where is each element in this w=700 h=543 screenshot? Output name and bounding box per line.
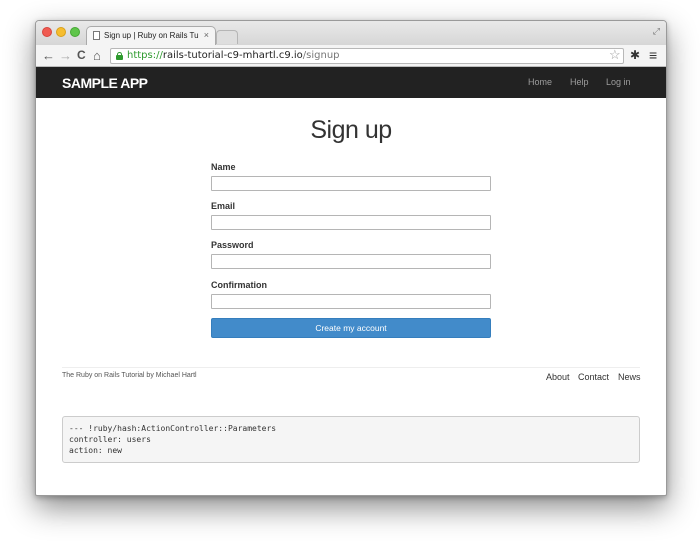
lock-icon bbox=[116, 52, 123, 60]
browser-tab[interactable]: Sign up | Ruby on Rails Tu × bbox=[86, 26, 216, 45]
footer-divider bbox=[62, 367, 640, 368]
debug-params: --- !ruby/hash:ActionController::Paramet… bbox=[62, 416, 640, 463]
tab-close-icon[interactable]: × bbox=[204, 30, 209, 40]
email-label: Email bbox=[211, 201, 236, 211]
home-icon[interactable]: ⌂ bbox=[93, 48, 101, 63]
url-scheme: https:// bbox=[127, 50, 163, 61]
settings-icon[interactable]: ✱ bbox=[630, 48, 640, 63]
app-navbar: SAMPLE APP Home Help Log in bbox=[36, 67, 666, 98]
email-field[interactable] bbox=[211, 215, 491, 230]
browser-window: Sign up | Ruby on Rails Tu × ⤢ ← → C ⌂ h… bbox=[35, 20, 667, 496]
footer-contact-link[interactable]: Contact bbox=[578, 372, 609, 382]
url-host: rails-tutorial-c9-mhartl.c9.io bbox=[162, 50, 303, 61]
new-tab-button[interactable] bbox=[216, 30, 238, 44]
url-path: /signup bbox=[302, 50, 340, 61]
page-icon bbox=[93, 31, 100, 40]
confirmation-label: Confirmation bbox=[211, 280, 267, 290]
close-window-button[interactable] bbox=[42, 27, 52, 37]
bookmark-star-icon[interactable]: ☆ bbox=[609, 47, 621, 62]
page-title: Sign up bbox=[310, 116, 392, 144]
reload-icon[interactable]: C bbox=[77, 48, 86, 63]
nav-login-link[interactable]: Log in bbox=[606, 77, 631, 87]
tab-title: Sign up | Ruby on Rails Tu bbox=[104, 31, 199, 40]
create-account-button[interactable]: Create my account bbox=[211, 318, 491, 338]
footer-about-link[interactable]: About bbox=[546, 372, 570, 382]
page-content: Sign up Name Email Password Confirmation… bbox=[36, 98, 666, 495]
browser-toolbar: ← → C ⌂ https://rails-tutorial-c9-mhartl… bbox=[36, 45, 666, 67]
url-text: https://rails-tutorial-c9-mhartl.c9.io/s… bbox=[127, 49, 340, 63]
footer-news-link[interactable]: News bbox=[618, 372, 641, 382]
name-field[interactable] bbox=[211, 176, 491, 191]
password-field[interactable] bbox=[211, 254, 491, 269]
fullscreen-icon[interactable]: ⤢ bbox=[653, 26, 660, 37]
nav-help-link[interactable]: Help bbox=[570, 77, 589, 87]
maximize-window-button[interactable] bbox=[70, 27, 80, 37]
minimize-window-button[interactable] bbox=[56, 27, 66, 37]
logo[interactable]: SAMPLE APP bbox=[62, 75, 148, 91]
footer-credit[interactable]: The Ruby on Rails Tutorial by Michael Ha… bbox=[62, 372, 197, 379]
tab-strip: Sign up | Ruby on Rails Tu × ⤢ bbox=[36, 21, 666, 45]
address-bar[interactable]: https://rails-tutorial-c9-mhartl.c9.io/s… bbox=[110, 48, 624, 64]
back-icon[interactable]: ← bbox=[42, 48, 55, 63]
nav-home-link[interactable]: Home bbox=[528, 77, 552, 87]
name-label: Name bbox=[211, 162, 236, 172]
forward-icon[interactable]: → bbox=[59, 48, 72, 63]
password-label: Password bbox=[211, 240, 254, 250]
menu-icon[interactable]: ≡ bbox=[649, 48, 657, 63]
confirmation-field[interactable] bbox=[211, 294, 491, 309]
